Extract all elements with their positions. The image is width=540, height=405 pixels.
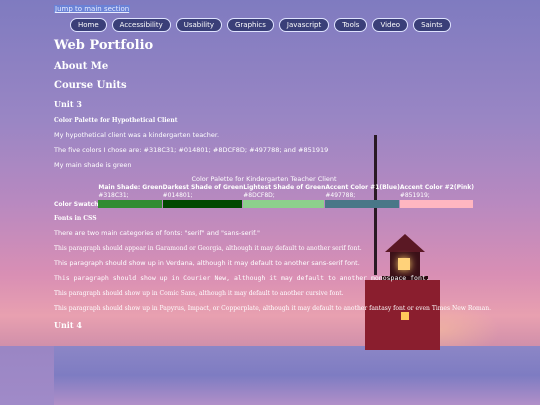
color-swatch [325, 200, 399, 208]
nav-video[interactable]: Video [372, 18, 409, 32]
table-row: Color Swatch [54, 200, 474, 209]
lake-water [0, 346, 54, 405]
color-code: #318C31; [98, 192, 129, 199]
unit3-heading: Unit 3 [54, 99, 82, 109]
table-header [54, 184, 98, 192]
palette-heading: Color Palette for Hypothetical Client [54, 117, 178, 124]
main-content: Web Portfolio About Me Course Units Unit… [54, 36, 524, 338]
font-sample-courier: This paragraph should show up in Courier… [54, 274, 430, 282]
palette-caption: Color Palette for Kindergarten Teacher C… [191, 175, 337, 183]
color-code: #014801; [162, 192, 193, 199]
about-heading: About Me [54, 61, 109, 72]
color-swatch [243, 200, 325, 208]
color-swatch [162, 200, 243, 208]
nav-tools[interactable]: Tools [334, 18, 368, 32]
nav-usability[interactable]: Usability [175, 18, 222, 32]
nav-saints[interactable]: Saints [413, 18, 451, 32]
table-row: #318C31; #014801; #8DCF8D; #497788; #851… [54, 192, 474, 200]
table-header: Main Shade: Green [98, 184, 163, 191]
table-cell [243, 200, 325, 209]
table-cell [98, 200, 162, 209]
unit4-heading: Unit 4 [54, 320, 82, 330]
table-cell [325, 200, 399, 209]
table-cell [399, 200, 474, 209]
font-sample-verdana: This paragraph should show up in Verdana… [54, 259, 360, 267]
client-text: My hypothetical client was a kindergarte… [54, 131, 220, 139]
table-header: Darkest Shade of Green [162, 184, 244, 191]
color-palette-table: Color Palette for Kindergarten Teacher C… [54, 175, 474, 209]
swatch-label: Color Swatch [54, 200, 99, 208]
nav-accessibility[interactable]: Accessibility [111, 18, 171, 32]
font-sample-comic: This paragraph should show up in Comic S… [54, 290, 344, 297]
table-header-row: Main Shade: Green Darkest Shade of Green… [54, 184, 474, 192]
table-cell [162, 200, 244, 209]
table-header: Accent Color #2(Pink) [399, 184, 475, 191]
color-code: #497788; [325, 192, 356, 199]
main-nav: Home Accessibility Usability Graphics Ja… [70, 18, 451, 32]
table-header: Lightest Shade of Green [243, 184, 326, 191]
table-header: Accent Color #1(Blue) [325, 184, 400, 191]
course-units-heading: Course Units [54, 80, 127, 91]
fonts-intro: There are two main categories of fonts: … [54, 229, 260, 237]
color-code: #8DCF8D; [243, 192, 275, 199]
lake-image-block [54, 346, 540, 405]
table-cell [54, 192, 98, 200]
page-title: Web Portfolio [54, 38, 154, 53]
nav-graphics[interactable]: Graphics [226, 18, 274, 32]
nav-home[interactable]: Home [70, 18, 107, 32]
skip-to-main-link[interactable]: Jump to main section [54, 5, 131, 13]
color-code: #851919; [399, 192, 430, 199]
fonts-heading: Fonts in CSS [54, 215, 97, 222]
font-sample-papyrus: This paragraph should show up in Papyrus… [54, 305, 491, 312]
main-shade-text: My main shade is green [54, 161, 132, 169]
colors-text: The five colors I chose are: #318C31; #0… [54, 146, 329, 154]
nav-javascript[interactable]: Javascript [278, 18, 330, 32]
color-swatch [98, 200, 162, 208]
font-sample-garamond: This paragraph should appear in Garamond… [54, 245, 362, 252]
color-swatch [399, 200, 474, 208]
